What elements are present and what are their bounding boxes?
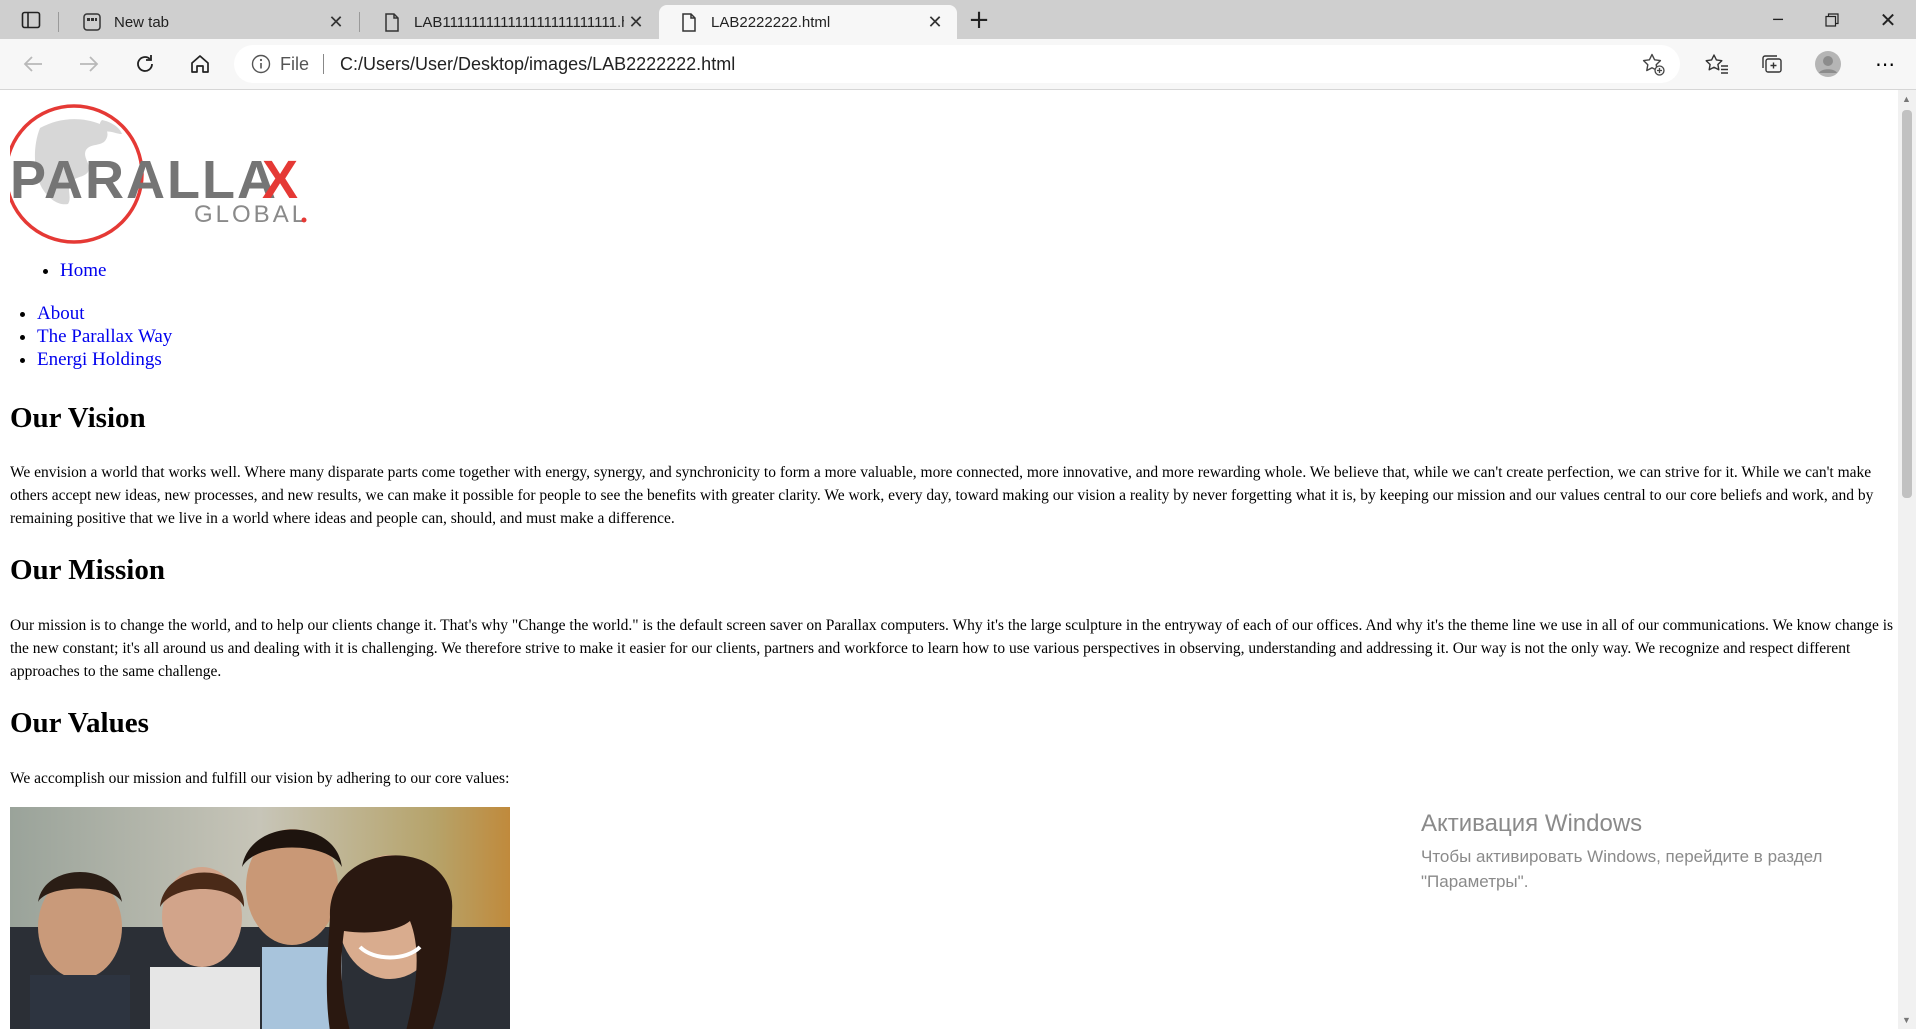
home-icon (191, 55, 209, 73)
tab-lab2-active[interactable]: LAB2222222.html ✕ (659, 5, 957, 39)
nav-item-about: About (37, 302, 172, 325)
add-favorite-button[interactable] (1638, 49, 1668, 79)
nav-link-about[interactable]: About (37, 303, 85, 324)
profile-button[interactable] (1811, 48, 1845, 80)
star-add-icon (1642, 53, 1665, 76)
nav-link-home[interactable]: Home (60, 260, 106, 281)
values-text: We accomplish our mission and fulfill ou… (10, 770, 510, 787)
close-icon[interactable]: ✕ (324, 10, 348, 34)
secondary-nav: About The Parallax Way Energi Holdings (10, 302, 172, 371)
watermark-title: Активация Windows (1421, 810, 1643, 837)
nav-item-parallax-way: The Parallax Way (37, 325, 172, 348)
file-icon (382, 12, 402, 32)
url-text[interactable]: C:/Users/User/Desktop/images/LAB2222222.… (340, 54, 1638, 75)
refresh-icon (137, 55, 153, 72)
windows-activation-watermark: Активация Windows Чтобы активировать Win… (1421, 810, 1822, 894)
primary-nav: Home (10, 260, 106, 282)
favorites-button[interactable] (1700, 48, 1734, 80)
nav-link-parallax-way[interactable]: The Parallax Way (37, 326, 172, 347)
scroll-down-icon[interactable]: ▼ (1902, 1015, 1911, 1025)
vision-heading: Our Vision (10, 402, 146, 434)
close-window-icon: ✕ (1879, 7, 1897, 32)
file-icon (679, 12, 699, 32)
info-icon[interactable] (250, 53, 272, 75)
tab-label: LAB2222222.html (711, 13, 831, 31)
tab-separator (58, 12, 59, 32)
tab-actions-icon (21, 11, 41, 28)
collections-button[interactable] (1755, 48, 1789, 80)
forward-button[interactable] (72, 48, 106, 80)
favorites-icon (1705, 54, 1728, 74)
tab-bar: New tab ✕ LAB111111111111111111111111.ht… (0, 0, 1916, 39)
plus-icon: + (968, 4, 990, 35)
minimize-icon: ─ (1773, 10, 1783, 29)
back-button[interactable] (16, 48, 50, 80)
nav-link-energi-holdings[interactable]: Energi Holdings (37, 349, 162, 370)
tab-lab1[interactable]: LAB111111111111111111111111.html ✕ (362, 5, 658, 39)
forward-arrow-icon (80, 56, 99, 72)
avatar-icon (1815, 51, 1841, 77)
watermark-line2: "Параметры". (1421, 872, 1529, 891)
browser-toolbar: File C:/Users/User/Desktop/images/LAB222… (0, 39, 1916, 90)
address-bar[interactable]: File C:/Users/User/Desktop/images/LAB222… (234, 45, 1680, 83)
tab-actions-button[interactable] (14, 0, 48, 39)
tab-label: LAB111111111111111111111111.html (414, 13, 624, 31)
scroll-up-icon[interactable]: ▲ (1902, 94, 1911, 104)
tab-separator (359, 12, 360, 32)
mission-text: Our mission is to change the world, and … (10, 617, 1894, 680)
address-divider (323, 54, 325, 74)
close-icon[interactable]: ✕ (923, 10, 947, 34)
restore-icon (1825, 12, 1839, 27)
settings-more-button[interactable]: ⋯ (1868, 48, 1902, 80)
parallax-logo[interactable]: PARALLA X GLOBAL (4, 98, 310, 248)
new-tab-button[interactable]: + (962, 0, 996, 39)
collections-icon (1762, 55, 1782, 73)
minimize-button[interactable]: ─ (1758, 0, 1798, 39)
home-button[interactable] (183, 48, 217, 80)
restore-button[interactable] (1812, 0, 1852, 39)
svg-text:GLOBAL: GLOBAL (194, 201, 308, 228)
tab-new-tab[interactable]: New tab ✕ (62, 5, 358, 39)
back-arrow-icon (23, 56, 42, 72)
vision-text: We envision a world that works well. Whe… (10, 464, 1874, 527)
team-photo (10, 807, 510, 1029)
page-scrollbar[interactable]: ▲ ▼ (1898, 90, 1916, 1029)
tab-label: New tab (114, 13, 170, 31)
nav-item-energi-holdings: Energi Holdings (37, 348, 172, 371)
mission-heading: Our Mission (10, 554, 165, 586)
new-tab-page-icon (82, 12, 102, 32)
scrollbar-thumb[interactable] (1902, 110, 1912, 498)
close-window-button[interactable]: ✕ (1868, 0, 1908, 39)
watermark-line1: Чтобы активировать Windows, перейдите в … (1421, 847, 1823, 866)
values-heading: Our Values (10, 707, 149, 739)
refresh-button[interactable] (128, 48, 162, 80)
close-icon[interactable]: ✕ (624, 10, 648, 34)
scheme-label: File (280, 53, 310, 74)
nav-item-home: Home (60, 260, 106, 282)
more-icon: ⋯ (1875, 52, 1895, 76)
